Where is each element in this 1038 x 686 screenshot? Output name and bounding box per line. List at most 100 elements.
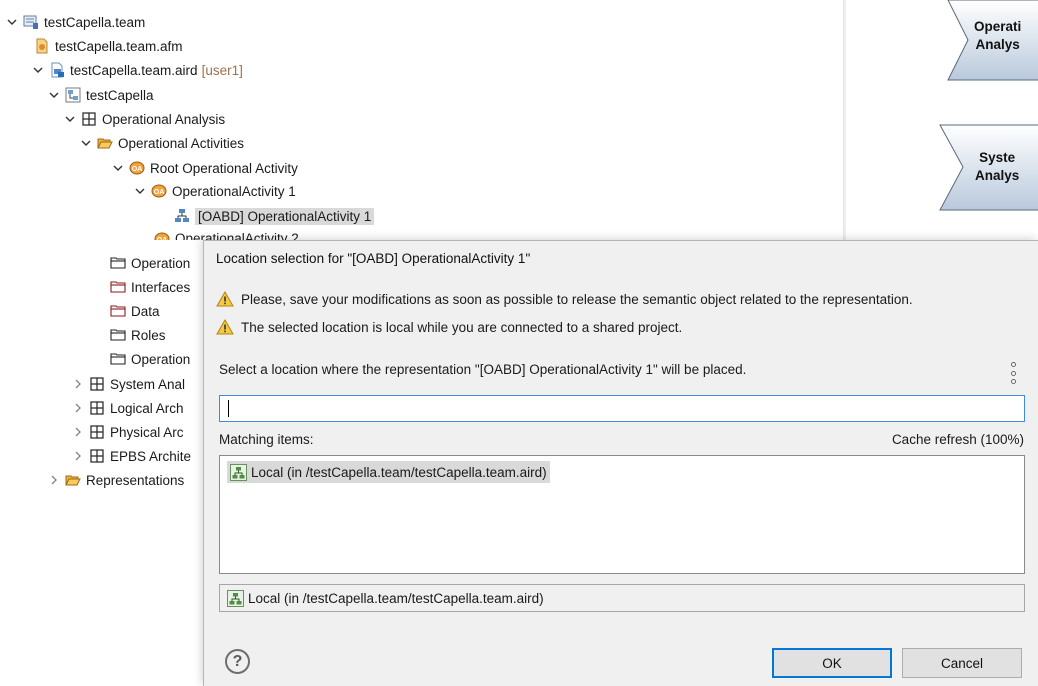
- chevron-right-icon[interactable]: [72, 450, 84, 462]
- tree-item-data-folder[interactable]: Data: [110, 300, 160, 322]
- tree-item-label: Physical Arc: [110, 424, 184, 440]
- tree-item-representations[interactable]: Representations: [48, 469, 184, 491]
- tree-item-label: Root Operational Activity: [150, 160, 298, 176]
- tree-item-model[interactable]: testCapella: [48, 84, 154, 106]
- folder-open-icon: [97, 135, 113, 151]
- matching-items-list[interactable]: Local (in /testCapella.team/testCapella.…: [219, 455, 1025, 574]
- operational-activity-icon: OA: [129, 160, 145, 176]
- selected-location-label: Local (in /testCapella.team/testCapella.…: [248, 590, 544, 606]
- tree-item-label: System Anal: [110, 376, 186, 392]
- local-location-icon: [227, 589, 244, 607]
- tree-item-label: testCapella.team: [44, 14, 146, 30]
- chevron-down-icon[interactable]: [112, 162, 124, 174]
- operational-activity-icon: OA: [151, 183, 167, 199]
- svg-text:OA: OA: [157, 237, 168, 240]
- tree-item-project[interactable]: testCapella.team: [6, 11, 145, 33]
- tree-item-label: OperationalActivity 1: [172, 183, 296, 199]
- chevron-down-icon[interactable]: [80, 137, 92, 149]
- warning-message-save: Please, save your modifications as soon …: [216, 291, 913, 307]
- tree-item-label: Data: [131, 303, 160, 319]
- tree-item-label: testCapella: [86, 87, 154, 103]
- chevron-down-icon[interactable]: [32, 64, 44, 76]
- diagram-icon: [174, 208, 190, 224]
- tree-item-system-analysis[interactable]: System Anal: [72, 373, 185, 395]
- tree-item-oabd-diagram[interactable]: [OABD] OperationalActivity 1: [174, 205, 375, 227]
- tree-item-label: Operation: [131, 351, 191, 367]
- tree-item-label: Logical Arch: [110, 400, 184, 416]
- selected-location-status: Local (in /testCapella.team/testCapella.…: [219, 584, 1025, 612]
- ok-button[interactable]: OK: [772, 648, 892, 678]
- instruction-text: Select a location where the representati…: [219, 362, 747, 377]
- chevron-down-icon[interactable]: [48, 89, 60, 101]
- folder-icon: [110, 255, 126, 271]
- package-grid-icon: [89, 448, 105, 464]
- matching-items-label: Matching items:: [219, 432, 314, 447]
- tree-item-logical-architecture[interactable]: Logical Arch: [72, 397, 184, 419]
- tree-item-label: [OABD] OperationalActivity 1: [195, 207, 375, 225]
- package-grid-icon: [81, 111, 97, 127]
- tree-item-operational-activity-1[interactable]: OA OperationalActivity 1: [134, 180, 296, 202]
- tree-item-label: Interfaces: [131, 279, 191, 295]
- chevron-down-icon[interactable]: [134, 185, 146, 197]
- tree-item-interfaces-folder[interactable]: Interfaces: [110, 276, 190, 298]
- location-filter-input[interactable]: [219, 395, 1025, 422]
- user-lock-suffix: [user1]: [201, 62, 243, 78]
- model-icon: [65, 87, 81, 103]
- cache-refresh-status: Cache refresh (100%): [891, 432, 1024, 447]
- operational-analysis-label[interactable]: Operati Analys: [974, 18, 1021, 54]
- tree-item-operational-folder-2[interactable]: Operation: [110, 348, 190, 370]
- chevron-right-icon[interactable]: [72, 378, 84, 390]
- operational-activity-icon: OA: [154, 231, 170, 240]
- folder-icon: [110, 279, 126, 295]
- list-item[interactable]: Local (in /testCapella.team/testCapella.…: [227, 461, 550, 483]
- aird-file-icon: [49, 62, 65, 78]
- tree-item-operational-activities[interactable]: Operational Activities: [80, 132, 244, 154]
- tree-item-physical-architecture[interactable]: Physical Arc: [72, 421, 184, 443]
- tree-item-aird-file[interactable]: testCapella.team.aird [user1]: [32, 59, 243, 81]
- folder-icon: [110, 303, 126, 319]
- tree-item-label: Operational Activities: [118, 135, 245, 151]
- team-project-icon: [23, 14, 39, 30]
- chevron-right-icon[interactable]: [72, 402, 84, 414]
- shape-label-line: Analys: [975, 168, 1020, 183]
- tree-item-epbs-architecture[interactable]: EPBS Archite: [72, 445, 191, 467]
- shape-label-line: Analys: [975, 37, 1020, 52]
- warning-text: Please, save your modifications as soon …: [241, 291, 913, 307]
- dialog-title: Location selection for "[OABD] Operation…: [216, 251, 531, 266]
- tree-item-operational-activity-2[interactable]: OA OperationalActivity 2: [154, 228, 299, 240]
- local-location-icon: [230, 463, 247, 481]
- system-analysis-label[interactable]: Syste Analys: [975, 149, 1019, 185]
- warning-text: The selected location is local while you…: [241, 319, 683, 335]
- folder-icon: [110, 327, 126, 343]
- help-button[interactable]: ?: [225, 649, 250, 674]
- cancel-button[interactable]: Cancel: [902, 648, 1022, 678]
- tree-item-label: Operation: [131, 255, 191, 271]
- tree-item-label: EPBS Archite: [110, 448, 192, 464]
- chevron-down-icon[interactable]: [64, 113, 76, 125]
- tree-item-label: OperationalActivity 2: [175, 231, 299, 240]
- shape-label-line: Syste: [979, 150, 1016, 165]
- svg-text:OA: OA: [154, 189, 165, 196]
- tree-item-label: testCapella.team.aird: [70, 62, 198, 78]
- tree-item-label: Representations: [86, 472, 185, 488]
- view-menu-icon[interactable]: [1009, 362, 1017, 384]
- chevron-right-icon[interactable]: [72, 426, 84, 438]
- warning-icon: [216, 319, 234, 335]
- warning-message-local: The selected location is local while you…: [216, 319, 682, 335]
- tree-item-operational-analysis[interactable]: Operational Analysis: [64, 108, 225, 130]
- tree-item-root-operational-activity[interactable]: OA Root Operational Activity: [112, 157, 298, 179]
- chevron-right-icon[interactable]: [48, 474, 60, 486]
- list-item-label: Local (in /testCapella.team/testCapella.…: [251, 464, 547, 480]
- package-grid-icon: [89, 376, 105, 392]
- tree-item-roles-folder[interactable]: Roles: [110, 324, 166, 346]
- tree-item-label: Roles: [131, 327, 166, 343]
- tree-item-operational-folder[interactable]: Operation: [110, 252, 190, 274]
- workflow-diagram: Operati Analys Syste Analys: [848, 0, 1038, 240]
- shape-label-line: Operati: [974, 19, 1022, 34]
- warning-icon: [216, 291, 234, 307]
- tree-item-afm-file[interactable]: testCapella.team.afm: [34, 35, 183, 57]
- package-grid-icon: [89, 400, 105, 416]
- chevron-down-icon[interactable]: [6, 16, 18, 28]
- package-grid-icon: [89, 424, 105, 440]
- tree-item-label: testCapella.team.afm: [55, 38, 183, 54]
